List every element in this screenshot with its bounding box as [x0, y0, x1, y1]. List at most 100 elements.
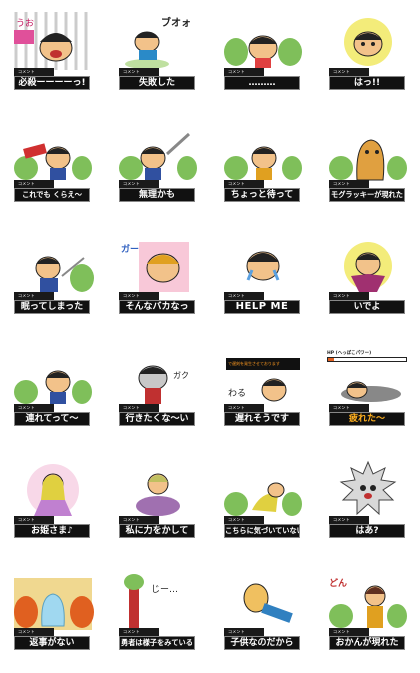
shouting-boy-icon: うお — [12, 12, 94, 70]
comment-tag: コメント — [14, 292, 54, 300]
sticker-cell[interactable]: コメント ちょっと待って — [210, 112, 315, 224]
exhausted-boy-icon: HP (へっぽこパワー) — [327, 348, 409, 406]
sticker-caption: いでよ — [329, 300, 405, 314]
comment-tag: コメント — [329, 516, 369, 524]
mother-icon: どん — [327, 572, 409, 630]
comment-tag: コメント — [224, 404, 264, 412]
sticker-caption: 無理かも — [119, 188, 195, 202]
sticker-cell[interactable]: コメント 連れてって～ — [0, 336, 105, 448]
comment-tag: コメント — [224, 628, 264, 636]
shocked-boy-icon: ガー — [117, 236, 199, 294]
sticker-caption: はっ!! — [329, 76, 405, 90]
sticker-cell[interactable]: ガク コメント 行きたくな～い — [105, 336, 210, 448]
sneaking-princess-icon — [222, 460, 304, 518]
hp-bar — [327, 357, 407, 362]
sticker-caption: お姫さま♪ — [14, 524, 90, 538]
sticker-caption: 私に力をかして — [119, 524, 195, 538]
sticker-cell[interactable]: どん コメント おかんが現れた — [315, 560, 420, 672]
sticker-cell[interactable]: ブオォ コメント 失敗した — [105, 0, 210, 112]
svg-text:わる: わる — [228, 388, 246, 399]
sticker-caption: 必殺ーーーーっ! — [14, 76, 90, 90]
comment-tag: コメント — [119, 404, 159, 412]
sticker-cell[interactable]: コメント こちらに気づいていない — [210, 448, 315, 560]
comment-tag: コメント — [224, 516, 264, 524]
comment-tag: コメント — [119, 292, 159, 300]
svg-text:ガク: ガク — [173, 370, 189, 380]
sticker-caption: 子供なのだから — [224, 636, 300, 650]
reluctant-boy-icon: ガク — [117, 348, 199, 406]
sticker-cell[interactable]: うお コメント 必殺ーーーーっ! — [0, 0, 105, 112]
sweating-boy-icon — [222, 12, 304, 70]
hp-bar-fill — [328, 358, 335, 361]
sticker-caption: こちらに気づいていない — [224, 524, 300, 538]
sticker-cell[interactable]: コメント 私に力をかして — [105, 448, 210, 560]
hiding-hero-icon: じー… — [117, 572, 199, 630]
spiky-monster-icon — [327, 460, 409, 518]
sticker-cell[interactable]: コメント モグラッキーが現れた — [315, 112, 420, 224]
comment-tag: コメント — [224, 292, 264, 300]
praying-princess-icon — [117, 460, 199, 518]
waiting-boy-icon — [222, 124, 304, 182]
sticker-caption: モグラッキーが現れた — [329, 188, 405, 202]
sticker-caption: 連れてって～ — [14, 412, 90, 426]
sticker-caption: ちょっと待って — [224, 188, 300, 202]
sticker-caption: はあ? — [329, 524, 405, 538]
comment-tag: コメント — [14, 628, 54, 636]
crying-boy-icon — [222, 236, 304, 294]
sticker-cell[interactable]: コメント 眠ってしまった — [0, 224, 105, 336]
sticker-caption: 勇者は様子をみている — [119, 636, 195, 650]
sticker-cell[interactable]: HP (へっぽこパワー) コメント 疲れた～ — [315, 336, 420, 448]
comment-tag: コメント — [329, 68, 369, 76]
comment-tag: コメント — [119, 180, 159, 188]
sticker-cell[interactable]: コメント はっ!! — [315, 0, 420, 112]
sticker-cell[interactable]: コメント 無理かも — [105, 112, 210, 224]
comment-tag: コメント — [329, 180, 369, 188]
attacking-boy-icon — [12, 124, 94, 182]
comment-tag: コメント — [14, 180, 54, 188]
comment-tag: コメント — [14, 68, 54, 76]
sticker-cell[interactable]: じー… コメント 勇者は様子をみている — [105, 560, 210, 672]
sticker-caption: HELP ME — [224, 300, 300, 314]
sticker-cell[interactable]: コメント HELP ME — [210, 224, 315, 336]
surprised-boy-icon — [327, 12, 409, 70]
comment-tag: コメント — [119, 628, 159, 636]
sticker-cell[interactable]: ガー コメント そんなバカなっ — [105, 224, 210, 336]
departure-board-text: で遅刻を発生させております — [228, 361, 280, 366]
sticker-caption: 眠ってしまった — [14, 300, 90, 314]
late-boy-icon: わる で遅刻を発生させております — [222, 348, 304, 406]
sticker-cell[interactable]: コメント ……… — [210, 0, 315, 112]
svg-text:ガー: ガー — [121, 243, 139, 255]
sticker-caption: 行きたくな～い — [119, 412, 195, 426]
sticker-cell[interactable]: コメント 返事がない — [0, 560, 105, 672]
sticker-caption: そんなバカなっ — [119, 300, 195, 314]
comment-tag: コメント — [224, 68, 264, 76]
sticker-grid: うお コメント 必殺ーーーーっ! ブオォ コメント 失敗した コメント ……… … — [0, 0, 420, 673]
sticker-caption: 疲れた～ — [329, 412, 405, 426]
sticker-cell[interactable]: コメント お姫さま♪ — [0, 448, 105, 560]
comment-tag: コメント — [14, 516, 54, 524]
summoning-boy-icon — [327, 236, 409, 294]
sticker-cell[interactable]: コメント はあ? — [315, 448, 420, 560]
sticker-cell[interactable]: コメント 子供なのだから — [210, 560, 315, 672]
princess-icon — [12, 460, 94, 518]
falling-boy-icon: ブオォ — [117, 12, 199, 70]
comment-tag: コメント — [14, 404, 54, 412]
hp-label: HP (へっぽこパワー) — [327, 351, 372, 356]
struggling-boy-icon — [117, 124, 199, 182]
sticker-caption: おかんが現れた — [329, 636, 405, 650]
svg-text:ブオォ: ブオォ — [161, 16, 191, 29]
lying-boy-icon — [222, 572, 304, 630]
comment-tag: コメント — [119, 516, 159, 524]
sleeping-boy-icon — [12, 236, 94, 294]
comment-tag: コメント — [224, 180, 264, 188]
sticker-cell[interactable]: コメント これでも くらえ～ — [0, 112, 105, 224]
sticker-caption: 失敗した — [119, 76, 195, 90]
carried-boy-icon — [12, 348, 94, 406]
svg-text:じー…: じー… — [151, 584, 178, 595]
comment-tag: コメント — [329, 628, 369, 636]
comment-tag: コメント — [329, 292, 369, 300]
sticker-cell[interactable]: コメント いでよ — [315, 224, 420, 336]
sticker-caption: ……… — [224, 76, 300, 90]
sticker-caption: 返事がない — [14, 636, 90, 650]
sticker-cell[interactable]: わる で遅刻を発生させております コメント 遅れそうです — [210, 336, 315, 448]
